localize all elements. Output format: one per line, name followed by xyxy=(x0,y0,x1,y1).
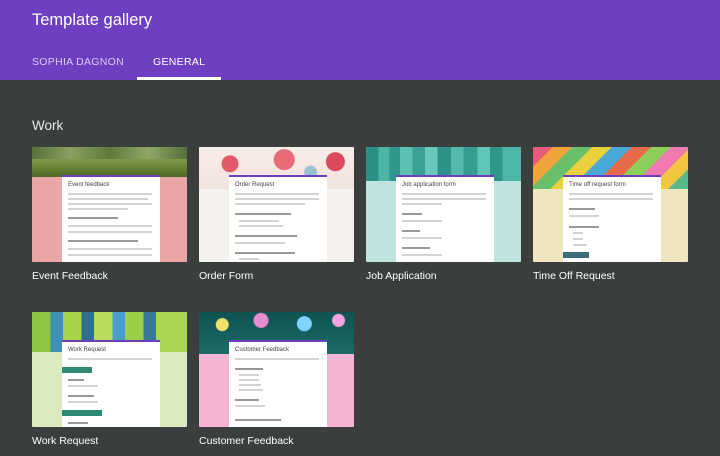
app-header: Template gallery SOPHIA DAGNON GENERAL xyxy=(0,0,720,80)
form-preview-title: Customer Feedback xyxy=(235,347,290,353)
template-label-time-off-request[interactable]: Time Off Request xyxy=(533,270,615,282)
template-card-customer-feedback[interactable]: Customer Feedback xyxy=(199,312,354,427)
form-preview-title: Order Request xyxy=(235,182,275,188)
template-label-job-application[interactable]: Job Application xyxy=(366,270,437,282)
template-label-work-request[interactable]: Work Request xyxy=(32,435,98,447)
form-preview: Customer Feedback xyxy=(229,340,327,427)
template-card-job-application[interactable]: Job application form xyxy=(366,147,521,262)
form-preview: Event feedback xyxy=(62,175,160,262)
template-card-time-off-request[interactable]: Time off request form xyxy=(533,147,688,262)
template-label-order-form[interactable]: Order Form xyxy=(199,270,253,282)
form-preview: Time off request form xyxy=(563,175,661,262)
page-title: Template gallery xyxy=(32,11,153,29)
template-card-order-form[interactable]: Order Request xyxy=(199,147,354,262)
form-preview: Work Request xyxy=(62,340,160,427)
form-preview-title: Event feedback xyxy=(68,182,110,188)
tab-sophia-dagnon[interactable]: SOPHIA DAGNON xyxy=(32,56,124,68)
card-header-trees xyxy=(32,147,187,159)
section-chip xyxy=(62,410,102,416)
form-preview: Job application form xyxy=(396,175,494,262)
form-preview-title: Time off request form xyxy=(569,182,626,188)
form-preview-title: Job application form xyxy=(402,182,456,188)
tab-general[interactable]: GENERAL xyxy=(153,56,205,68)
section-chip xyxy=(62,367,92,373)
active-tab-indicator xyxy=(137,77,221,80)
template-label-customer-feedback[interactable]: Customer Feedback xyxy=(199,435,294,447)
template-card-event-feedback[interactable]: Event feedback xyxy=(32,147,187,262)
template-label-event-feedback[interactable]: Event Feedback xyxy=(32,270,108,282)
form-preview: Order Request xyxy=(229,175,327,262)
section-chip xyxy=(563,252,589,258)
section-title-work: Work xyxy=(32,118,64,133)
form-preview-title: Work Request xyxy=(68,347,106,353)
template-card-work-request[interactable]: Work Request xyxy=(32,312,187,427)
